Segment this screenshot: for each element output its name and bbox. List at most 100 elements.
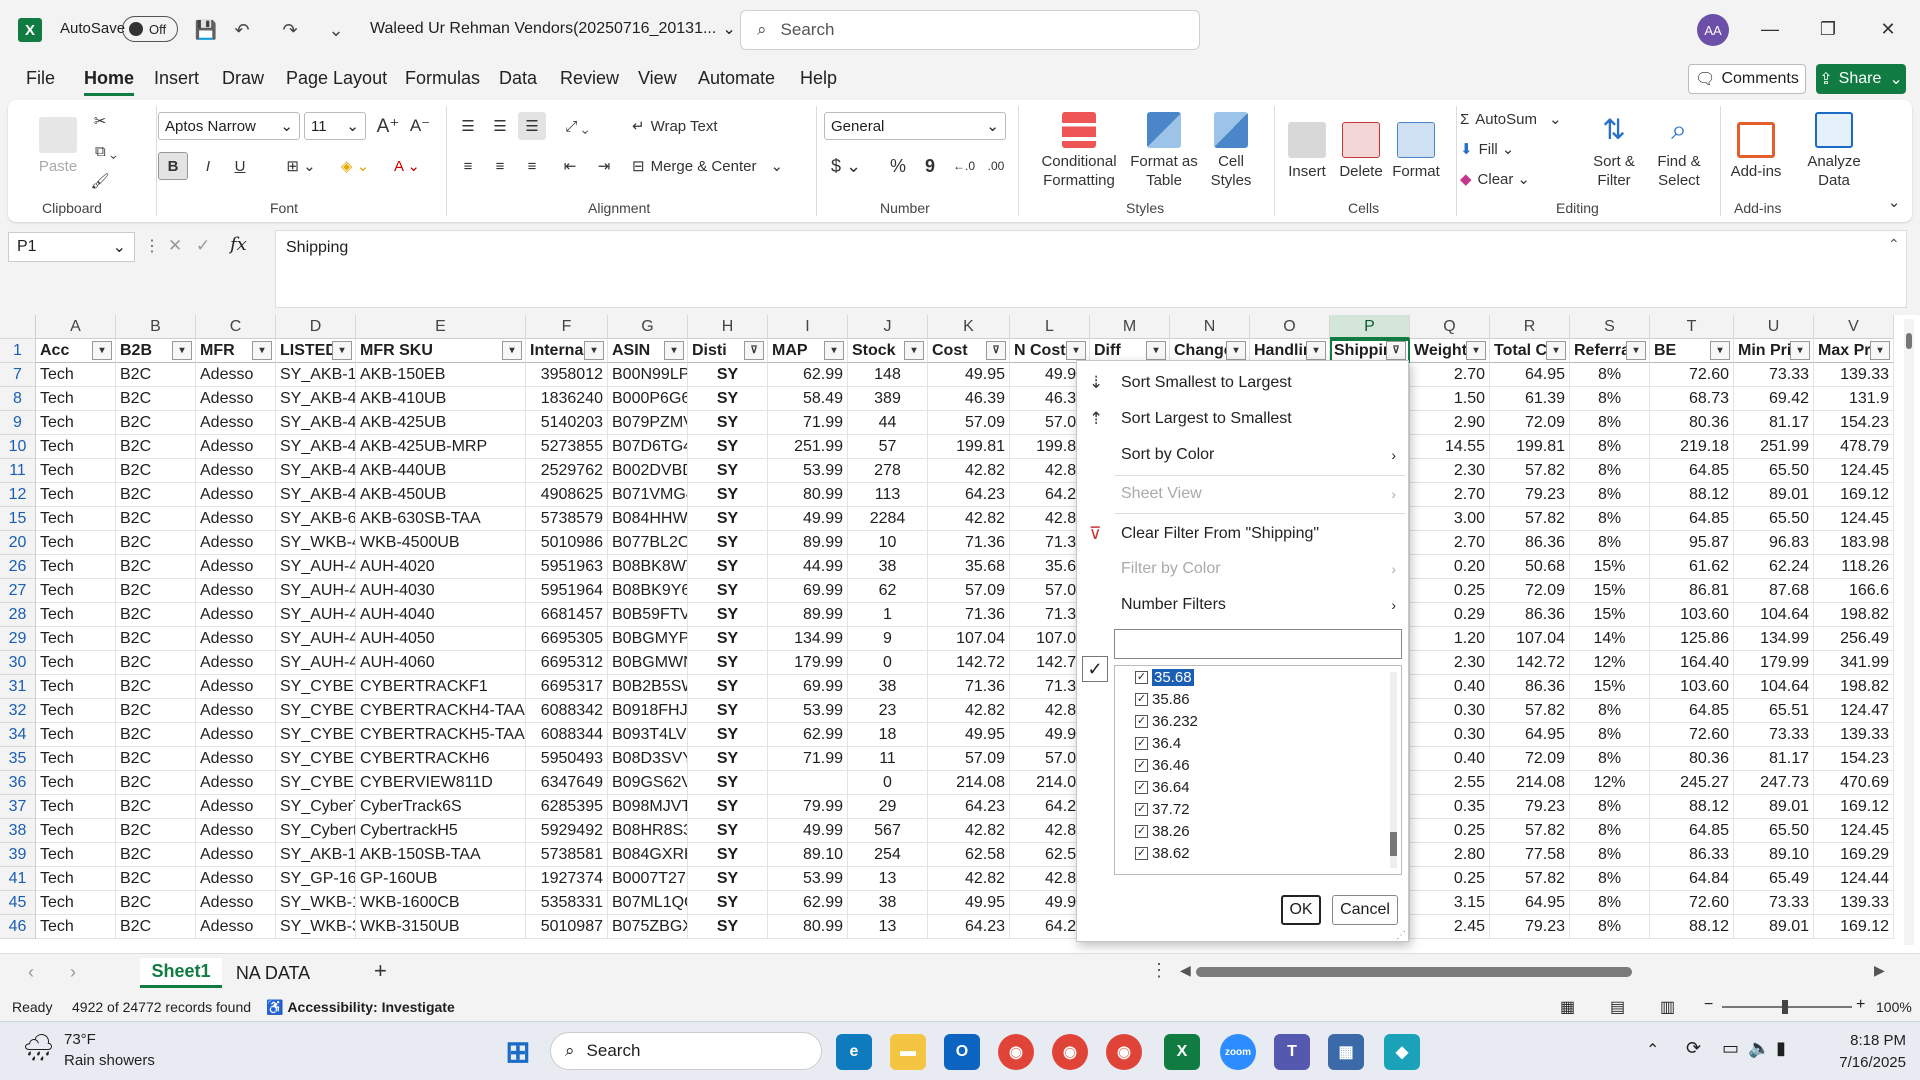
filter-dropdown-icon[interactable]: ▾ (664, 341, 684, 360)
menu-home[interactable]: Home (84, 68, 135, 96)
table-cell[interactable]: SY_WKB-4 (276, 531, 356, 555)
table-cell[interactable]: 2.80 (1410, 843, 1490, 867)
table-cell[interactable]: 62.99 (768, 891, 848, 915)
table-cell[interactable]: 2.90 (1410, 411, 1490, 435)
table-cell[interactable]: B2C (116, 747, 196, 771)
table-cell[interactable]: 8% (1570, 459, 1650, 483)
table-cell[interactable]: 5738579 (526, 507, 608, 531)
table-cell[interactable]: CybertrackH5 (356, 819, 526, 843)
table-cell[interactable]: Tech (36, 723, 116, 747)
paste-button[interactable]: Paste (28, 106, 88, 186)
header-cell[interactable]: Disti ⊽ (688, 339, 768, 363)
table-cell[interactable]: 3958012 (526, 363, 608, 387)
table-cell[interactable]: AKB-440UB (356, 459, 526, 483)
table-cell[interactable]: 57.82 (1490, 459, 1570, 483)
table-cell[interactable]: 89.01 (1734, 795, 1814, 819)
table-cell[interactable]: Adesso (196, 507, 276, 531)
filter-search-input[interactable] (1114, 629, 1402, 659)
table-cell[interactable]: B08D3SVY (608, 747, 688, 771)
filter-dropdown-icon[interactable]: ▾ (1306, 341, 1326, 360)
table-cell[interactable]: 0.25 (1410, 819, 1490, 843)
table-cell[interactable]: 29 (848, 795, 928, 819)
table-cell[interactable]: 57.82 (1490, 867, 1570, 891)
table-cell[interactable]: SY_Cybertr (276, 819, 356, 843)
table-cell[interactable]: 179.99 (768, 651, 848, 675)
align-center-icon[interactable]: ≡ (486, 152, 514, 180)
column-header-m[interactable]: M (1090, 315, 1170, 339)
table-cell[interactable]: B08HR8S3 (608, 819, 688, 843)
table-cell[interactable]: 139.33 (1814, 723, 1894, 747)
table-cell[interactable]: Tech (36, 531, 116, 555)
clock-date[interactable]: 7/16/2025 (1820, 1054, 1906, 1071)
volume-icon[interactable]: 🔈 (1748, 1038, 1770, 1059)
table-cell[interactable]: 8% (1570, 795, 1650, 819)
spreadsheet-grid[interactable]: A B C D E F G H I J K L M N O P Q R S T U V 1 Acc ▾ B2B ▾ MFR ▾ LISTE… (0, 315, 1920, 953)
row-header[interactable]: 45 (0, 891, 36, 915)
table-cell[interactable]: 179.99 (1734, 651, 1814, 675)
table-cell[interactable]: 72.09 (1490, 411, 1570, 435)
table-cell[interactable]: 0.29 (1410, 603, 1490, 627)
table-cell[interactable]: B2C (116, 771, 196, 795)
table-cell[interactable]: B00N99LP (608, 363, 688, 387)
filter-dropdown-icon[interactable]: ▾ (502, 341, 522, 360)
table-cell[interactable]: 169.12 (1814, 795, 1894, 819)
table-cell[interactable]: 44 (848, 411, 928, 435)
table-cell[interactable]: 8% (1570, 411, 1650, 435)
table-cell[interactable]: 15% (1570, 675, 1650, 699)
table-cell[interactable]: 2.30 (1410, 459, 1490, 483)
column-header-g[interactable]: G (608, 315, 688, 339)
row-header[interactable]: 20 (0, 531, 36, 555)
checkbox-icon[interactable]: ✓ (1135, 736, 1148, 750)
table-cell[interactable]: 247.73 (1734, 771, 1814, 795)
table-cell[interactable]: B2C (116, 675, 196, 699)
menu-formulas[interactable]: Formulas (405, 68, 480, 89)
table-cell[interactable]: 125.86 (1650, 627, 1734, 651)
decrease-decimal-icon[interactable]: .00 (982, 152, 1010, 180)
table-cell[interactable]: 71.99 (768, 411, 848, 435)
increase-indent-icon[interactable]: ⇥ (590, 152, 618, 180)
excel-taskbar-icon[interactable]: X (1164, 1034, 1200, 1070)
row-header[interactable]: 32 (0, 699, 36, 723)
table-cell[interactable]: 1 (848, 603, 928, 627)
table-cell[interactable]: SY (688, 579, 768, 603)
bold-button[interactable]: B (158, 152, 188, 180)
column-header-l[interactable]: L (1010, 315, 1090, 339)
table-cell[interactable]: Tech (36, 699, 116, 723)
row-header[interactable]: 11 (0, 459, 36, 483)
table-cell[interactable]: SY_AKB-15 (276, 843, 356, 867)
table-cell[interactable]: 389 (848, 387, 928, 411)
table-cell[interactable]: 65.50 (1734, 507, 1814, 531)
table-cell[interactable]: 254 (848, 843, 928, 867)
scroll-thumb[interactable] (1906, 333, 1912, 349)
name-box[interactable]: P1 ⌄ (8, 232, 135, 262)
table-cell[interactable]: 11 (848, 747, 928, 771)
table-cell[interactable]: 142.72 (1490, 651, 1570, 675)
table-cell[interactable]: B07D6TG4 (608, 435, 688, 459)
column-header-t[interactable]: T (1650, 315, 1734, 339)
table-cell[interactable]: SY (688, 483, 768, 507)
table-cell[interactable]: 73.33 (1734, 363, 1814, 387)
table-cell[interactable]: SY_AKB-63 (276, 507, 356, 531)
table-cell[interactable]: 8% (1570, 483, 1650, 507)
filter-dropdown-icon[interactable]: ▾ (1626, 341, 1646, 360)
battery-icon[interactable]: ▮ (1776, 1038, 1786, 1059)
table-cell[interactable]: 6695312 (526, 651, 608, 675)
column-header-e[interactable]: E (356, 315, 526, 339)
table-cell[interactable]: 57.82 (1490, 819, 1570, 843)
table-cell[interactable]: CYBERVIEW811D (356, 771, 526, 795)
table-cell[interactable]: 79.23 (1490, 915, 1570, 939)
edge-icon[interactable]: e (836, 1034, 872, 1070)
save-icon[interactable]: 💾 (192, 16, 220, 44)
table-cell[interactable]: 89.01 (1734, 915, 1814, 939)
table-cell[interactable]: 0.40 (1410, 675, 1490, 699)
checkbox-icon[interactable]: ✓ (1135, 824, 1148, 838)
table-cell[interactable]: 6285395 (526, 795, 608, 819)
row-header[interactable]: 15 (0, 507, 36, 531)
table-cell[interactable]: 38 (848, 555, 928, 579)
outlook-icon[interactable]: O (944, 1034, 980, 1070)
table-cell[interactable]: 8% (1570, 363, 1650, 387)
filter-dropdown-icon[interactable]: ▾ (1066, 341, 1086, 360)
table-cell[interactable]: Adesso (196, 531, 276, 555)
header-cell[interactable]: Cost ⊽ (928, 339, 1010, 363)
table-cell[interactable]: SY (688, 795, 768, 819)
